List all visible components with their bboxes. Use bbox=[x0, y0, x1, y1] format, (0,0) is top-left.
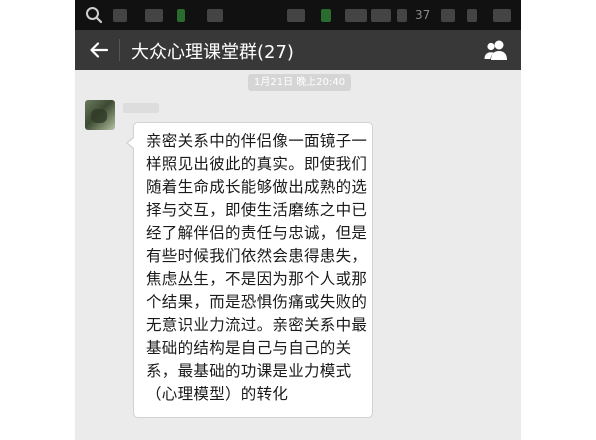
blurred-status-icon bbox=[145, 9, 163, 22]
message-line: 个结果，而是恐惧伤痛或失败的 bbox=[146, 293, 368, 311]
message-line: 亲密关系中的伴侣像一面镜子一 bbox=[146, 132, 368, 150]
message-line: 经了解伴侣的责任与忠诚，但是 bbox=[146, 224, 368, 242]
message-line: 样照见出彼此的真实。即使我们 bbox=[146, 155, 368, 173]
chat-screen: 37 大众心理课堂群(27) 1月21日 晚上20:40 亲密关系中的伴侣像一面… bbox=[75, 0, 521, 440]
blurred-status-icon bbox=[493, 9, 511, 22]
chat-title: 大众心理课堂群(27) bbox=[131, 42, 294, 63]
blurred-status-icon bbox=[177, 9, 185, 22]
message-line: 无意识业力流过。亲密关系中最 bbox=[146, 316, 368, 334]
message-line: （心理模型）的转化 bbox=[146, 385, 289, 403]
message-line: 择与交互，即使生活磨练之中已 bbox=[146, 201, 368, 219]
status-bar: 37 bbox=[75, 0, 521, 30]
search-icon bbox=[86, 7, 103, 24]
back-arrow-icon[interactable] bbox=[89, 40, 109, 60]
battery-percent: 37 bbox=[415, 8, 431, 22]
blurred-status-icon bbox=[371, 9, 391, 22]
message-line: 焦虑丛生，不是因为那个人或那 bbox=[146, 270, 368, 288]
blurred-status-icon bbox=[397, 9, 407, 22]
group-members-icon[interactable] bbox=[483, 39, 509, 61]
message-line: 系，最基础的功课是业力模式 bbox=[146, 362, 352, 380]
blurred-status-icon bbox=[321, 9, 331, 22]
message-line: 基础的结构是自己与自己的关 bbox=[146, 339, 352, 357]
blurred-status-icon bbox=[441, 9, 455, 22]
message-bubble[interactable]: 亲密关系中的伴侣像一面镜子一 样照见出彼此的真实。即使我们 随着生命成长能够做出… bbox=[133, 122, 373, 418]
message-line: 随着生命成长能够做出成熟的选 bbox=[146, 178, 368, 196]
blurred-status-icon bbox=[345, 9, 367, 22]
message-line: 有些时候我们依然会患得患失， bbox=[146, 247, 368, 265]
bubble-tail-fill bbox=[128, 137, 135, 149]
blurred-status-icon bbox=[467, 9, 477, 22]
blurred-status-icon bbox=[207, 9, 223, 22]
message-timestamp: 1月21日 晚上20:40 bbox=[248, 74, 352, 91]
header-divider bbox=[119, 39, 120, 61]
sender-name-blurred bbox=[123, 103, 159, 113]
blurred-status-icon bbox=[113, 9, 127, 22]
chat-header: 大众心理课堂群(27) bbox=[75, 30, 521, 70]
blurred-status-icon bbox=[287, 9, 305, 22]
avatar[interactable] bbox=[85, 100, 115, 130]
